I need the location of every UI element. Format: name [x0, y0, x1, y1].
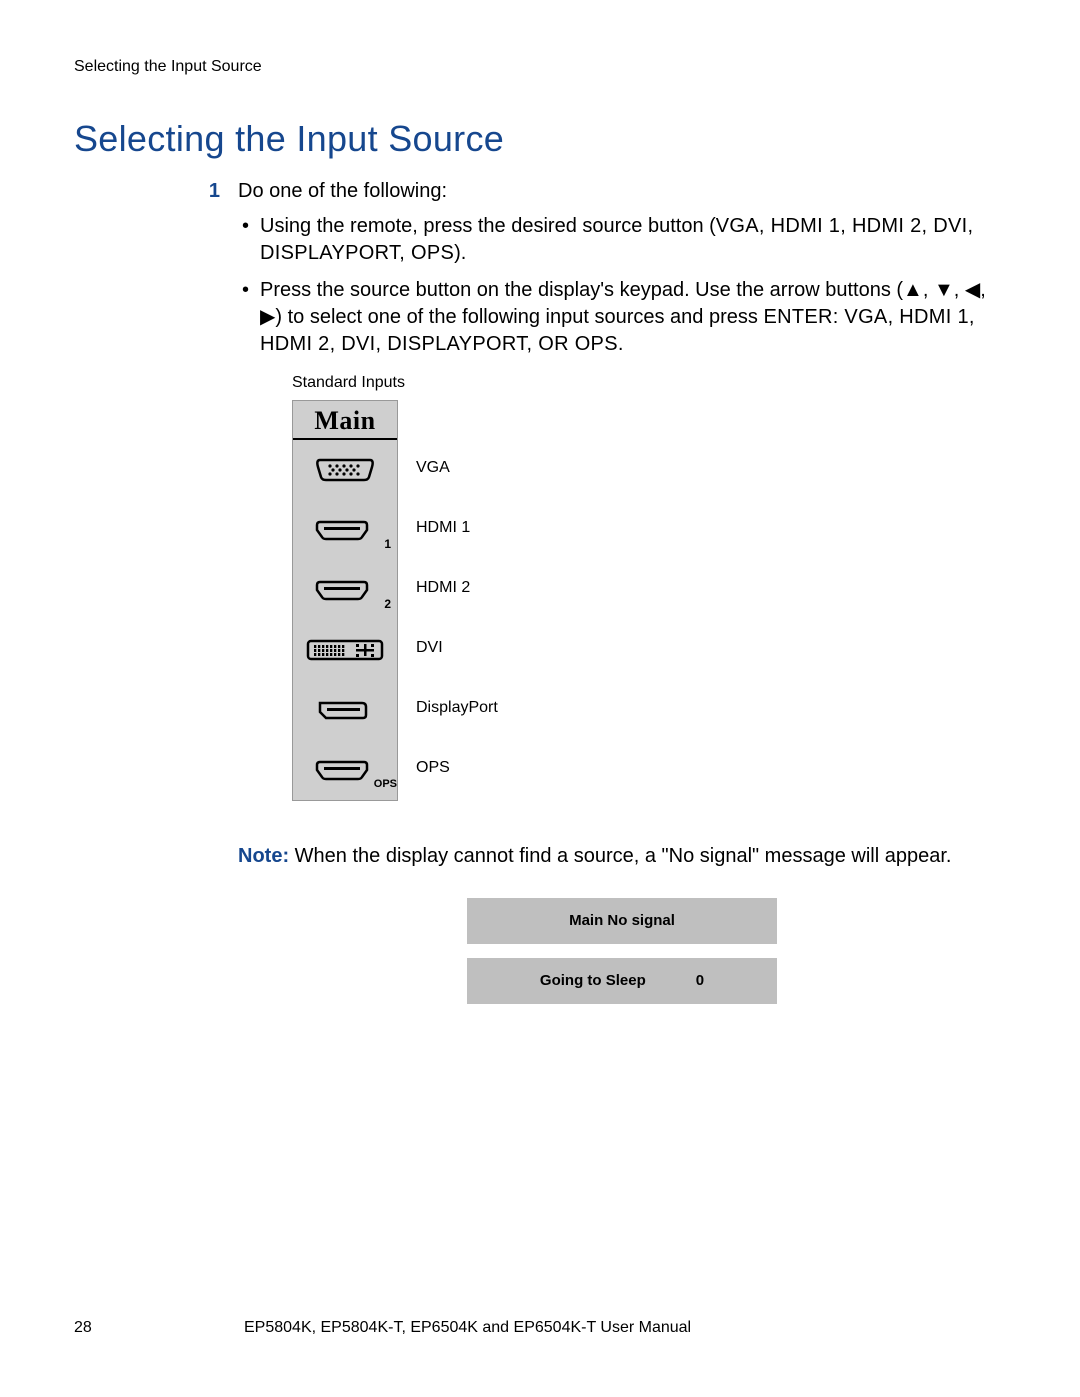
bullet-2-post: .: [618, 333, 624, 355]
running-head: Selecting the Input Source: [74, 58, 1006, 76]
osd-item-displayport: [293, 680, 397, 740]
step-lead: Do one of the following:: [238, 178, 1006, 205]
hdmi-port-icon: [314, 577, 376, 603]
note-paragraph: Note: When the display cannot find a sou…: [238, 843, 1006, 870]
page-footer: 28 EP5804K, EP5804K-T, EP6504K and EP650…: [74, 1319, 1006, 1337]
sleep-text: Going to Sleep: [540, 971, 646, 991]
osd-label: HDMI 1: [416, 498, 498, 558]
hdmi-port-icon: [314, 757, 376, 783]
osd-label: DisplayPort: [416, 678, 498, 738]
footer-text: EP5804K, EP5804K-T, EP6504K and EP6504K-…: [244, 1319, 1006, 1337]
osd-item-hdmi1: 1: [293, 500, 397, 560]
osd-item-dvi: [293, 620, 397, 680]
osd-label: OPS: [416, 738, 498, 798]
port-subscript: OPS: [374, 777, 397, 792]
port-subscript: 1: [384, 536, 391, 552]
osd-title: Main: [293, 401, 397, 440]
osd-label: DVI: [416, 618, 498, 678]
osd-label: HDMI 2: [416, 558, 498, 618]
page-number: 28: [74, 1319, 244, 1337]
bullet-1-post: ).: [454, 242, 466, 264]
bullet-1-pre: Using the remote, press the desired sour…: [260, 215, 716, 237]
note-text: When the display cannot find a source, a…: [289, 845, 951, 867]
step-number: 1: [206, 178, 220, 1004]
osd-labels-column: VGA HDMI 1 HDMI 2 DVI DisplayPort OPS: [416, 400, 498, 798]
note-label: Note:: [238, 845, 289, 867]
content-body: 1 Do one of the following: Using the rem…: [206, 178, 1006, 1004]
step-body: Do one of the following: Using the remot…: [238, 178, 1006, 1004]
osd-item-vga: [293, 440, 397, 500]
no-signal-line1: Main No signal: [569, 911, 675, 931]
osd-caption: Standard Inputs: [292, 372, 1006, 394]
osd-label: VGA: [416, 438, 498, 498]
osd-main-panel: Main: [292, 400, 398, 801]
no-signal-sample: Main No signal Going to Sleep 0: [467, 898, 777, 1005]
step-bullets: Using the remote, press the desired sour…: [238, 213, 1006, 358]
hdmi-port-icon: [314, 517, 376, 543]
osd-panel-wrap: Main: [292, 400, 1006, 801]
manual-page: Selecting the Input Source Selecting the…: [0, 0, 1080, 1397]
bullet-1: Using the remote, press the desired sour…: [238, 213, 1006, 267]
vga-port-icon: [314, 457, 376, 483]
sleep-count: 0: [696, 971, 704, 991]
osd-item-hdmi2: 2: [293, 560, 397, 620]
displayport-icon: [316, 699, 374, 721]
no-signal-box-2: Going to Sleep 0: [467, 958, 777, 1004]
port-subscript: 2: [384, 596, 391, 612]
section-title: Selecting the Input Source: [74, 118, 1006, 160]
no-signal-box-1: Main No signal: [467, 898, 777, 944]
bullet-2: Press the source button on the display's…: [238, 277, 1006, 358]
osd-item-ops: OPS: [293, 740, 397, 800]
dvi-port-icon: [306, 637, 384, 663]
step-1: 1 Do one of the following: Using the rem…: [206, 178, 1006, 1004]
